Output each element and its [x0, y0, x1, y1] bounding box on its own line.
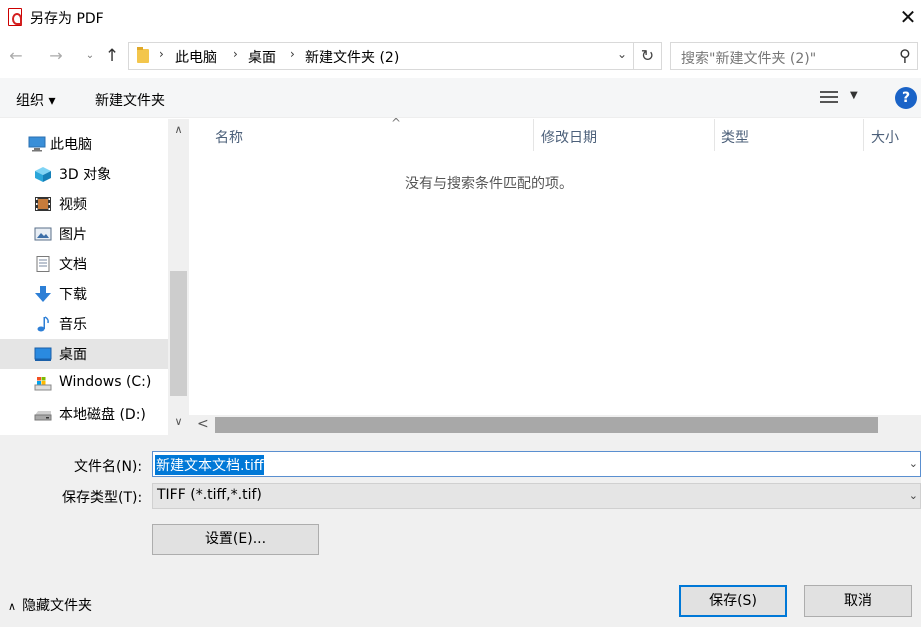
breadcrumb-separator-icon[interactable]: ›: [233, 47, 238, 61]
scrollbar-thumb[interactable]: [170, 271, 187, 396]
folder-icon: [137, 47, 149, 63]
address-dropdown-chevron-icon[interactable]: ⌄: [617, 47, 627, 61]
computer-icon: [28, 136, 46, 152]
settings-button[interactable]: 设置(E)...: [152, 524, 319, 555]
scroll-left-chevron-icon[interactable]: <: [197, 416, 209, 432]
cancel-button[interactable]: 取消: [804, 585, 912, 617]
navigation-pane: 此电脑 3D 对象 视频 图片 文档 下载 音乐 桌面 Windows (C:)…: [0, 119, 189, 435]
breadcrumb-separator-icon: ›: [159, 47, 164, 61]
column-header-date-modified[interactable]: 修改日期: [541, 119, 715, 151]
horizontal-scrollbar[interactable]: <: [189, 415, 921, 435]
filename-input[interactable]: 新建文本文档.tiff ⌄: [152, 451, 921, 477]
column-header-label: 大小: [871, 130, 899, 146]
sidebar-item-label: 桌面: [59, 347, 87, 363]
hard-drive-icon: [34, 411, 52, 421]
desktop-icon: [34, 347, 52, 361]
column-header-type[interactable]: 类型: [721, 119, 864, 151]
download-arrow-icon: [35, 286, 51, 302]
scroll-up-chevron-icon[interactable]: ∧: [168, 123, 189, 139]
address-bar[interactable]: › 此电脑 › 桌面 › 新建文件夹 (2) ⌄: [128, 42, 634, 70]
sort-ascending-icon: ^: [391, 116, 402, 130]
sidebar-item-documents[interactable]: 文档: [0, 249, 168, 279]
save-button[interactable]: 保存(S): [679, 585, 787, 617]
breadcrumb-separator-icon[interactable]: ›: [290, 47, 295, 61]
search-placeholder: 搜索"新建文件夹 (2)": [681, 51, 817, 67]
sidebar-item-label: 3D 对象: [59, 167, 112, 183]
view-dropdown-chevron-icon[interactable]: ▼: [850, 90, 858, 101]
help-icon[interactable]: ?: [895, 87, 917, 109]
sidebar-item-desktop[interactable]: 桌面: [0, 339, 168, 369]
column-header-size[interactable]: 大小: [871, 119, 921, 151]
organize-button[interactable]: 组织 ▾: [16, 90, 55, 110]
sidebar-item-videos[interactable]: 视频: [0, 189, 168, 219]
cube-3d-icon: [35, 167, 51, 182]
chevron-up-icon: ∧: [8, 600, 17, 613]
column-header-label: 类型: [721, 130, 749, 146]
column-header-name[interactable]: 名称 ^: [215, 116, 534, 151]
breadcrumb-this-pc[interactable]: 此电脑: [175, 47, 217, 67]
navigation-bar: ← → ⌄ ↑ › 此电脑 › 桌面 › 新建文件夹 (2) ⌄ ↻ 搜索"新建…: [0, 36, 921, 78]
navigation-pane-scrollbar[interactable]: ∧ ∨: [168, 119, 189, 435]
up-arrow-icon[interactable]: ↑: [102, 46, 122, 66]
sidebar-item-local-disk-d[interactable]: 本地磁盘 (D:): [0, 399, 168, 429]
sidebar-item-label: 图片: [59, 227, 87, 243]
back-arrow-icon[interactable]: ←: [6, 46, 26, 66]
column-header-label: 修改日期: [541, 130, 597, 146]
file-list: 名称 ^ 修改日期 类型 大小 没有与搜索条件匹配的项。 <: [189, 116, 921, 435]
search-icon[interactable]: ⚲: [899, 46, 911, 65]
pdf-icon: [8, 8, 22, 26]
recent-locations-chevron-icon[interactable]: ⌄: [80, 46, 100, 66]
sidebar-item-label: 音乐: [59, 317, 87, 333]
filename-value[interactable]: 新建文本文档.tiff: [155, 455, 265, 475]
sidebar-item-label: Windows (C:): [59, 374, 152, 390]
sidebar-item-label: 本地磁盘 (D:): [59, 407, 146, 423]
empty-message: 没有与搜索条件匹配的项。: [405, 176, 573, 192]
sidebar-item-this-pc[interactable]: 此电脑: [0, 129, 168, 159]
view-details-icon[interactable]: [820, 91, 838, 105]
forward-arrow-icon[interactable]: →: [46, 46, 66, 66]
sidebar-item-windows-c[interactable]: Windows (C:): [0, 369, 168, 399]
sidebar-item-music[interactable]: 音乐: [0, 309, 168, 339]
close-icon[interactable]: ✕: [895, 4, 921, 30]
sidebar-item-3d-objects[interactable]: 3D 对象: [0, 159, 168, 189]
picture-icon: [34, 227, 52, 241]
chevron-down-icon[interactable]: ⌄: [909, 457, 918, 470]
filename-label: 文件名(N):: [74, 459, 143, 475]
new-folder-button[interactable]: 新建文件夹: [95, 90, 165, 110]
document-icon: [36, 256, 50, 272]
refresh-icon[interactable]: ↻: [634, 42, 662, 70]
sidebar-item-label: 下载: [59, 287, 87, 303]
window-title: 另存为 PDF: [30, 11, 104, 27]
scrollbar-thumb[interactable]: [215, 417, 878, 433]
sidebar-item-downloads[interactable]: 下载: [0, 279, 168, 309]
hide-folders-label: 隐藏文件夹: [22, 598, 93, 614]
hide-folders-toggle[interactable]: ∧ 隐藏文件夹: [8, 595, 92, 615]
windows-drive-icon: [34, 377, 52, 391]
sidebar-item-pictures[interactable]: 图片: [0, 219, 168, 249]
film-icon: [35, 197, 51, 211]
save-type-value: TIFF (*.tiff,*.tif): [157, 487, 262, 503]
save-options-pane: 文件名(N): 新建文本文档.tiff ⌄ 保存类型(T): TIFF (*.t…: [0, 435, 921, 627]
command-toolbar: 组织 ▾ 新建文件夹 ▼ ?: [0, 78, 921, 118]
music-note-icon: [37, 316, 49, 332]
save-type-select[interactable]: TIFF (*.tiff,*.tif) ⌄: [152, 483, 921, 509]
search-input[interactable]: 搜索"新建文件夹 (2)" ⚲: [670, 42, 918, 70]
breadcrumb-desktop[interactable]: 桌面: [248, 47, 276, 67]
sidebar-item-label: 视频: [59, 197, 87, 213]
scroll-down-chevron-icon[interactable]: ∨: [168, 415, 189, 431]
sidebar-item-label: 文档: [59, 257, 87, 273]
sidebar-item-label: 此电脑: [50, 137, 92, 153]
column-header-label: 名称: [215, 130, 243, 146]
breadcrumb-new-folder-2[interactable]: 新建文件夹 (2): [305, 47, 399, 67]
chevron-down-icon[interactable]: ⌄: [909, 489, 918, 502]
title-bar: 另存为 PDF ✕: [0, 0, 921, 36]
save-type-label: 保存类型(T):: [62, 490, 143, 506]
